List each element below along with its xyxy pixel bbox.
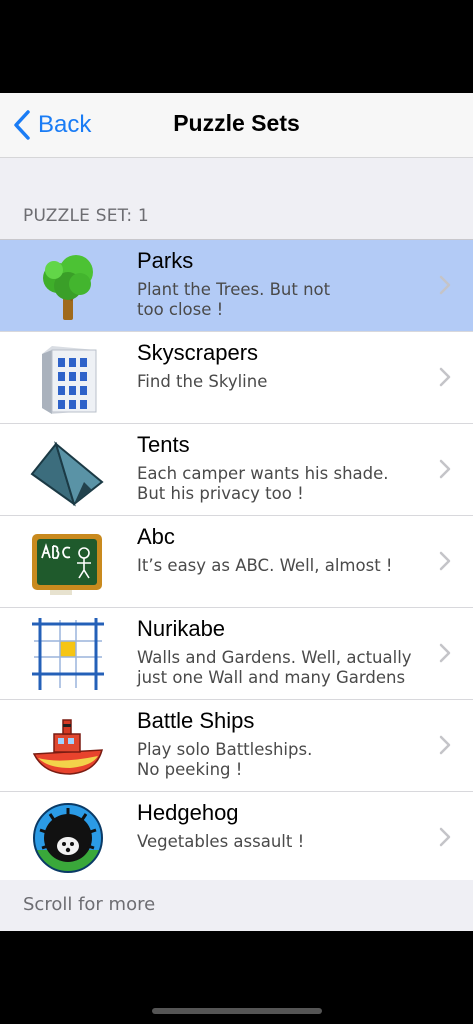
list-item-hedgehog[interactable]: Hedgehog Vegetables assault ! [0, 792, 473, 884]
boat-icon [30, 708, 106, 784]
item-description: Find the Skyline [137, 372, 268, 391]
section-header: PUZZLE SET: 1 [23, 206, 149, 226]
item-description: Walls and Gardens. Well, actually just o… [137, 648, 412, 687]
list-item-skyscrapers[interactable]: Skyscrapers Find the Skyline [0, 332, 473, 424]
item-name: Tents [137, 432, 190, 457]
grid-icon [30, 616, 106, 692]
screen: Back Puzzle Sets PUZZLE SET: 1 Parks Pla… [0, 93, 473, 931]
item-description: Each camper wants his shade. But his pri… [137, 464, 389, 503]
list-item-tents[interactable]: Tents Each camper wants his shade. But h… [0, 424, 473, 516]
item-name: Parks [137, 248, 194, 273]
phone-frame: Back Puzzle Sets PUZZLE SET: 1 Parks Pla… [0, 0, 473, 1024]
item-name: Hedgehog [137, 800, 239, 825]
chevron-right-icon [439, 367, 451, 387]
chevron-right-icon [439, 643, 451, 663]
chevron-right-icon [439, 459, 451, 479]
item-name: Abc [137, 524, 175, 549]
footer-text: Scroll for more [23, 894, 156, 915]
item-description: It’s easy as ABC. Well, almost ! [137, 556, 393, 575]
list-item-battle-ships[interactable]: Battle Ships Play solo Battleships. No p… [0, 700, 473, 792]
chevron-right-icon [439, 827, 451, 847]
item-name: Battle Ships [137, 708, 255, 733]
chalkboard-icon [30, 524, 106, 600]
item-description: Play solo Battleships. No peeking ! [137, 740, 313, 779]
item-name: Nurikabe [137, 616, 226, 641]
hedgehog-icon [30, 800, 106, 876]
home-indicator[interactable] [152, 1008, 322, 1014]
chevron-right-icon [439, 551, 451, 571]
list-item-parks[interactable]: Parks Plant the Trees. But not too close… [0, 240, 473, 332]
puzzle-set-list: Parks Plant the Trees. But not too close… [0, 239, 473, 884]
navigation-bar: Back Puzzle Sets [0, 93, 473, 158]
item-description: Plant the Trees. But not too close ! [137, 280, 331, 319]
list-item-nurikabe[interactable]: Nurikabe Walls and Gardens. Well, actual… [0, 608, 473, 700]
chevron-right-icon [439, 275, 451, 295]
building-icon [30, 340, 106, 416]
chevron-right-icon [439, 735, 451, 755]
page-title: Puzzle Sets [173, 110, 300, 136]
tent-icon [30, 432, 106, 508]
tree-icon [30, 248, 106, 324]
item-name: Skyscrapers [137, 340, 259, 365]
item-description: Vegetables assault ! [137, 832, 305, 851]
notch [118, 0, 355, 34]
list-footer: Scroll for more [0, 880, 473, 931]
list-item-abc[interactable]: Abc It’s easy as ABC. Well, almost ! [0, 516, 473, 608]
